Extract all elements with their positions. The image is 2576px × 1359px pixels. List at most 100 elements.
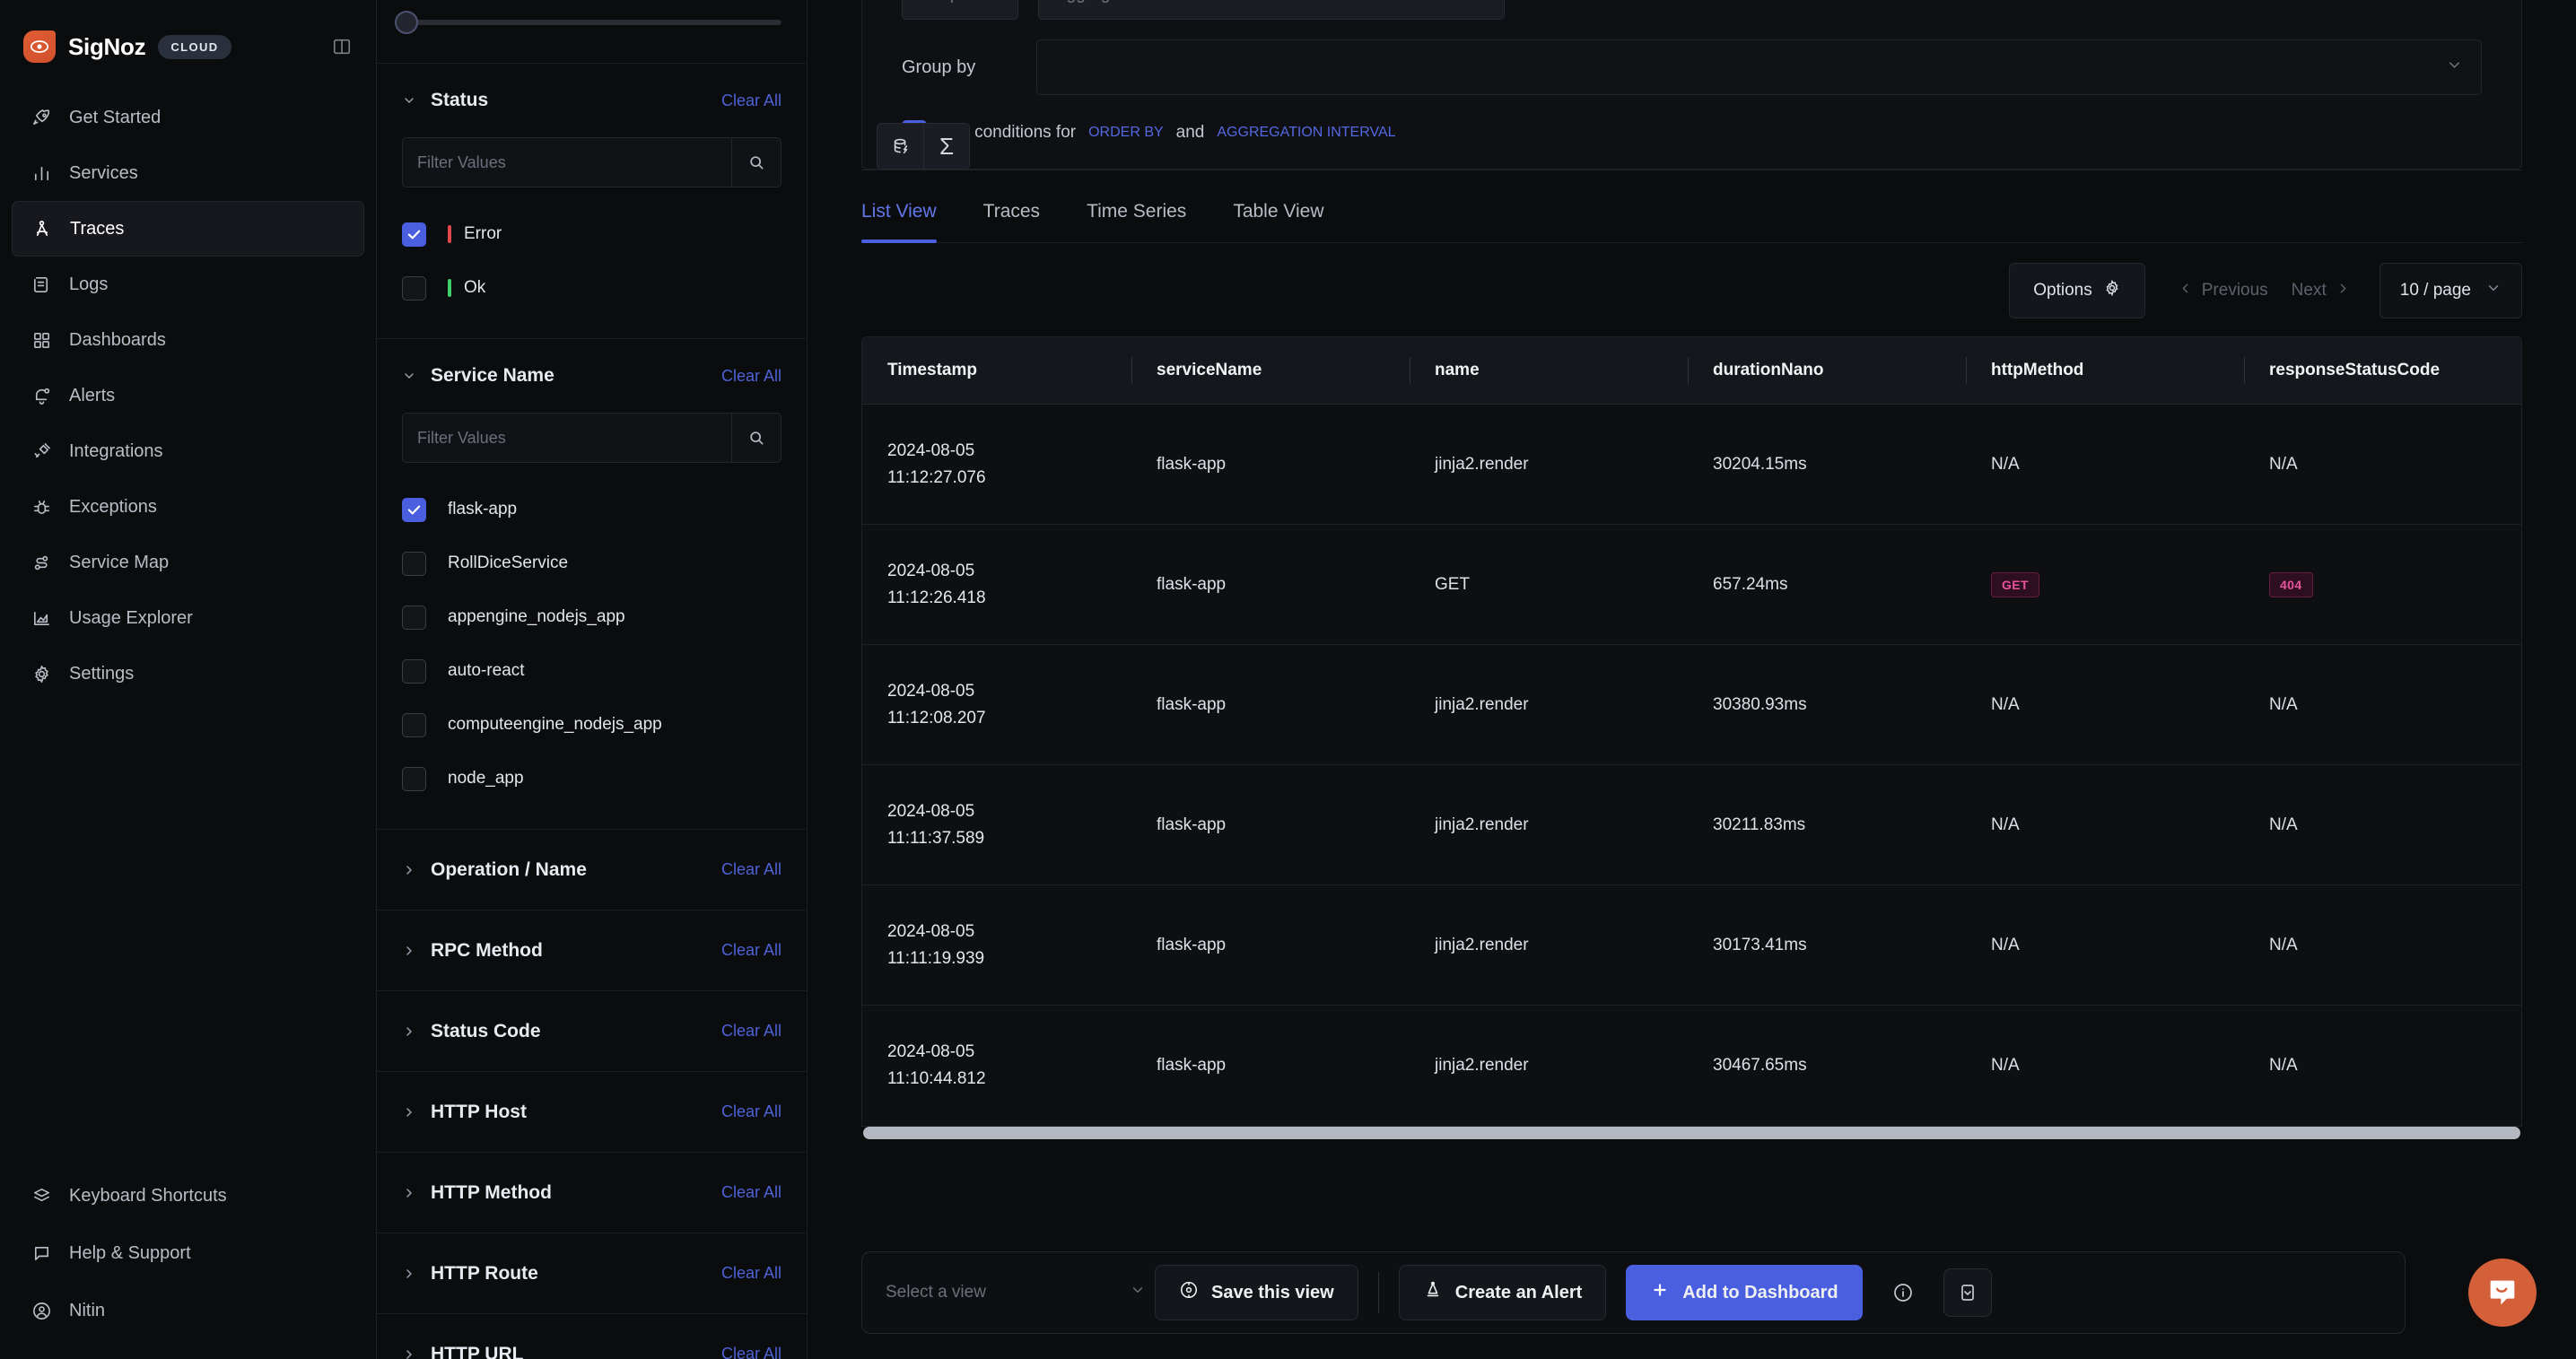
filter-section-http-method[interactable]: HTTP Method Clear All (377, 1152, 807, 1233)
sidebar-item-service-map[interactable]: Service Map (12, 535, 364, 590)
filter-section-http-route[interactable]: HTTP Route Clear All (377, 1233, 807, 1313)
column-header-durationnano[interactable]: durationNano (1688, 337, 1966, 405)
aggregate-sigma-icon[interactable]: Σ (923, 123, 970, 170)
table-row[interactable]: 2024-08-05 11:12:26.418 flask-app GET 657… (862, 524, 2521, 645)
filter-section-http-host[interactable]: HTTP Host Clear All (377, 1071, 807, 1152)
sidebar-item-user-profile[interactable]: Nitin (12, 1282, 364, 1339)
filter-section-rpc-method[interactable]: RPC Method Clear All (377, 910, 807, 990)
sidebar-item-services[interactable]: Services (12, 145, 364, 201)
cell-durationnano: 30211.83ms (1688, 764, 1966, 885)
add-to-dashboard-button[interactable]: Add to Dashboard (1626, 1265, 1863, 1320)
intercom-chat-button[interactable] (2468, 1259, 2537, 1327)
clear-all-button[interactable]: Clear All (721, 1102, 782, 1121)
order-by-link[interactable]: ORDER BY (1088, 125, 1164, 141)
sidebar-item-alerts[interactable]: Alerts (12, 368, 364, 423)
service-option-appengine-nodejs-app[interactable]: appengine_nodejs_app (402, 590, 782, 644)
tab-list-view[interactable]: List View (861, 201, 960, 243)
clear-all-button[interactable]: Clear All (721, 367, 782, 386)
horizontal-scrollbar[interactable] (863, 1126, 2520, 1139)
column-header-servicename[interactable]: serviceName (1131, 337, 1410, 405)
service-option-auto-react[interactable]: auto-react (402, 644, 782, 698)
clear-all-button[interactable]: Clear All (721, 91, 782, 110)
service-option-flask-app[interactable]: flask-app (402, 483, 782, 536)
clear-all-button[interactable]: Clear All (721, 1022, 782, 1041)
aggregate-operator-select[interactable]: Noop (902, 0, 1018, 20)
clear-all-button[interactable]: Clear All (721, 1264, 782, 1283)
filter-section-header[interactable]: Operation / Name Clear All (402, 830, 782, 910)
previous-page-button[interactable]: Previous (2170, 281, 2275, 301)
status-option-ok[interactable]: Ok (402, 261, 782, 315)
sidebar-item-traces[interactable]: Traces (12, 201, 364, 257)
filter-section-header[interactable]: Service Name Clear All (402, 339, 782, 413)
aggregate-attribute-input[interactable]: Aggregate attribute (1038, 0, 1505, 20)
sidebar-item-get-started[interactable]: Get Started (12, 90, 364, 145)
clear-all-button[interactable]: Clear All (721, 1183, 782, 1202)
sidebar-item-help-support[interactable]: Help & Support (12, 1224, 364, 1282)
service-option-rolldiceservice[interactable]: RollDiceService (402, 536, 782, 590)
checkbox-unchecked-icon[interactable] (402, 766, 426, 791)
info-icon[interactable] (1879, 1268, 1927, 1317)
sidebar-item-logs[interactable]: Logs (12, 257, 364, 312)
filter-section-header[interactable]: HTTP Host Clear All (402, 1072, 782, 1152)
clear-all-button[interactable]: Clear All (721, 941, 782, 960)
sidebar-item-dashboards[interactable]: Dashboards (12, 312, 364, 368)
status-filter-input[interactable] (402, 137, 731, 187)
checkbox-unchecked-icon[interactable] (402, 605, 426, 630)
clear-all-button[interactable]: Clear All (721, 1345, 782, 1359)
table-row[interactable]: 2024-08-05 11:10:44.812 flask-app jinja2.… (862, 1006, 2521, 1126)
tab-traces[interactable]: Traces (960, 201, 1063, 242)
database-query-icon[interactable] (877, 123, 923, 170)
table-row[interactable]: 2024-08-05 11:12:08.207 flask-app jinja2.… (862, 644, 2521, 765)
sidebar-item-settings[interactable]: Settings (12, 646, 364, 701)
save-view-button[interactable]: Save this view (1155, 1265, 1358, 1320)
service-option-label: RollDiceService (448, 553, 569, 572)
table-row[interactable]: 2024-08-05 11:11:19.939 flask-app jinja2.… (862, 884, 2521, 1006)
status-color-bar (448, 279, 451, 297)
search-icon[interactable] (731, 137, 782, 187)
tab-table-view[interactable]: Table View (1209, 201, 1347, 242)
column-header-httpmethod[interactable]: httpMethod (1966, 337, 2244, 405)
checkbox-checked-icon[interactable] (402, 222, 426, 247)
sidebar-item-integrations[interactable]: Integrations (12, 423, 364, 479)
create-alert-button[interactable]: Create an Alert (1398, 1265, 1607, 1320)
status-option-error[interactable]: Error (402, 207, 782, 261)
filter-section-status-code[interactable]: Status Code Clear All (377, 990, 807, 1071)
table-row[interactable]: 2024-08-05 11:12:27.076 flask-app jinja2.… (862, 404, 2521, 525)
service-option-node-app[interactable]: node_app (402, 752, 782, 806)
search-icon[interactable] (731, 413, 782, 463)
slider-knob[interactable] (395, 11, 418, 34)
checkbox-unchecked-icon[interactable] (402, 658, 426, 684)
checkbox-unchecked-icon[interactable] (402, 275, 426, 301)
filter-section-header[interactable]: Status Clear All (402, 64, 782, 137)
group-by-select[interactable] (1036, 39, 2482, 95)
column-header-responsestatuscode[interactable]: responseStatusCode (2244, 337, 2521, 405)
filter-section-header[interactable]: HTTP URL Clear All (402, 1314, 782, 1359)
page-size-select[interactable]: 10 / page (2379, 263, 2522, 318)
sidebar-item-usage-explorer[interactable]: Usage Explorer (12, 590, 364, 646)
filter-section-operation-name[interactable]: Operation / Name Clear All (377, 829, 807, 910)
filter-section-header[interactable]: Status Code Clear All (402, 991, 782, 1071)
clear-all-button[interactable]: Clear All (721, 860, 782, 879)
filter-section-http-url[interactable]: HTTP URL Clear All (377, 1313, 807, 1359)
aggregation-interval-link[interactable]: AGGREGATION INTERVAL (1217, 125, 1395, 141)
checkbox-unchecked-icon[interactable] (402, 551, 426, 576)
panel-collapse-icon[interactable] (331, 37, 353, 57)
sidebar-item-keyboard-shortcuts[interactable]: Keyboard Shortcuts (12, 1167, 364, 1224)
sidebar-item-exceptions[interactable]: Exceptions (12, 479, 364, 535)
service-option-computeengine-nodejs-app[interactable]: computeengine_nodejs_app (402, 698, 782, 752)
table-row[interactable]: 2024-08-05 11:11:37.589 flask-app jinja2.… (862, 764, 2521, 885)
checkbox-unchecked-icon[interactable] (402, 712, 426, 737)
service-filter-input[interactable] (402, 413, 731, 463)
column-header-timestamp[interactable]: Timestamp (862, 337, 1131, 405)
tab-time-series[interactable]: Time Series (1063, 201, 1209, 242)
select-view-dropdown[interactable]: Select a view (886, 1282, 1155, 1303)
filter-section-header[interactable]: RPC Method Clear All (402, 910, 782, 990)
download-panel-icon[interactable] (1943, 1268, 1992, 1317)
checkbox-checked-icon[interactable] (402, 497, 426, 522)
filter-section-header[interactable]: HTTP Route Clear All (402, 1233, 782, 1313)
options-button[interactable]: Options (2009, 263, 2145, 318)
duration-slider[interactable] (377, 0, 807, 43)
column-header-name[interactable]: name (1410, 337, 1688, 405)
next-page-button[interactable]: Next (2284, 281, 2358, 301)
filter-section-header[interactable]: HTTP Method Clear All (402, 1153, 782, 1233)
